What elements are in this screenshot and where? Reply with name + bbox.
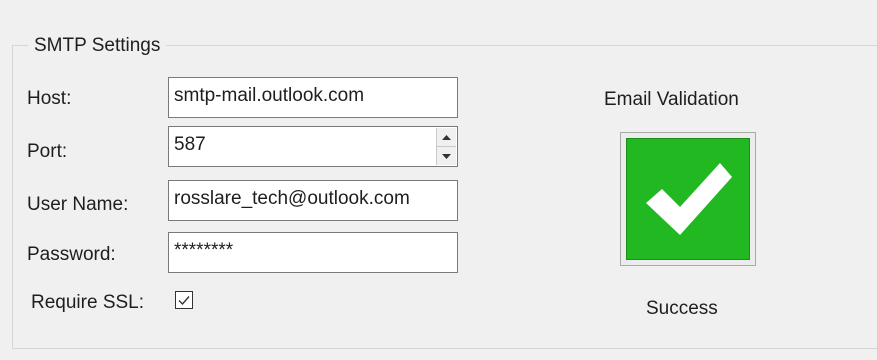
checkmark-icon bbox=[178, 296, 190, 306]
arrow-up-icon bbox=[442, 134, 451, 140]
port-stepper[interactable]: 587 bbox=[168, 126, 458, 167]
require-ssl-checkbox[interactable] bbox=[175, 291, 193, 309]
password-label: Password: bbox=[27, 244, 116, 265]
host-input[interactable]: smtp-mail.outlook.com bbox=[168, 77, 458, 118]
arrow-down-icon bbox=[442, 153, 451, 159]
user-name-input[interactable]: rosslare_tech@outlook.com bbox=[168, 180, 458, 221]
password-input[interactable]: ******** bbox=[168, 232, 458, 273]
checkmark-icon bbox=[646, 163, 732, 235]
validation-status-panel bbox=[626, 138, 750, 260]
spin-up-button[interactable] bbox=[437, 128, 456, 146]
smtp-settings-title: SMTP Settings bbox=[28, 34, 167, 58]
port-spinner bbox=[436, 128, 456, 165]
email-validation-title: Email Validation bbox=[604, 89, 739, 110]
spin-down-button[interactable] bbox=[437, 146, 456, 165]
email-validation-indicator bbox=[620, 132, 756, 266]
validation-status-text: Success bbox=[646, 298, 718, 319]
port-label: Port: bbox=[27, 141, 68, 162]
user-name-label: User Name: bbox=[27, 194, 129, 215]
host-label: Host: bbox=[27, 88, 72, 109]
require-ssl-label: Require SSL: bbox=[31, 292, 145, 313]
port-value: 587 bbox=[174, 134, 206, 155]
